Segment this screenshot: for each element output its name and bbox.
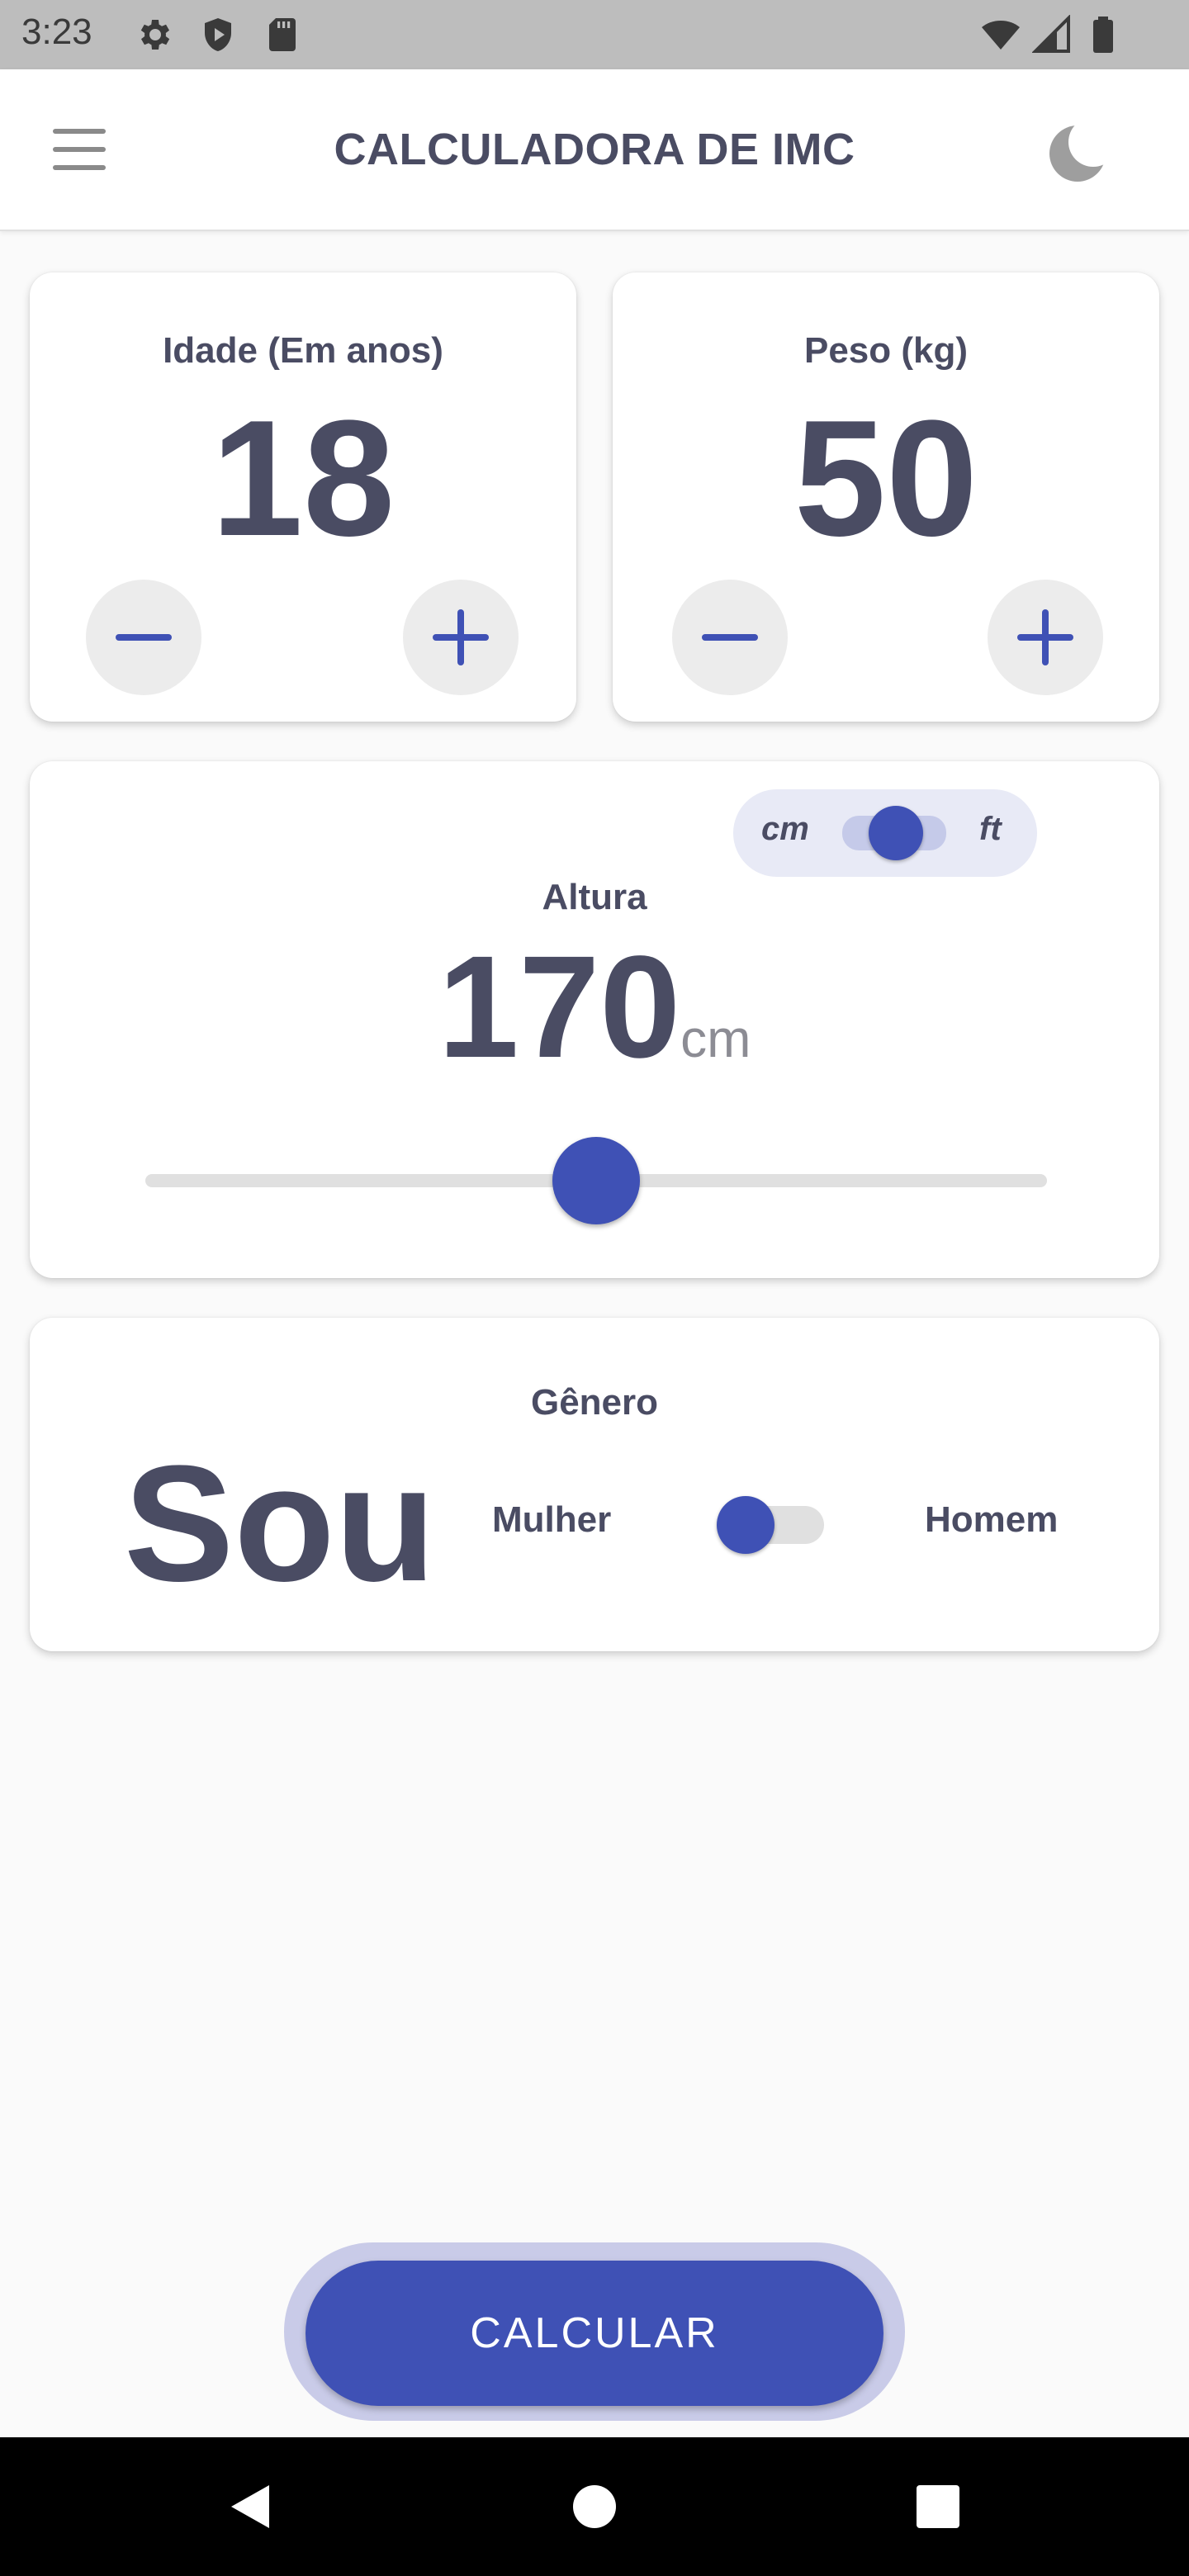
signal-icon — [1032, 15, 1070, 53]
calculate-button[interactable]: CALCULAR — [306, 2261, 883, 2406]
unit-switch-thumb — [869, 806, 923, 860]
age-decrement-button[interactable] — [86, 580, 201, 695]
navigation-bar — [0, 2437, 1189, 2576]
height-display: 170cm — [30, 935, 1159, 1080]
age-label: Idade (Em anos) — [163, 330, 443, 371]
weight-value: 50 — [793, 386, 978, 571]
height-slider-thumb[interactable] — [552, 1137, 640, 1224]
status-bar: 3:23 — [0, 0, 1189, 69]
gender-label: Gênero — [530, 1382, 659, 1423]
app-bar: CALCULADORA DE IMC — [0, 69, 1189, 231]
height-unit: cm — [680, 1009, 751, 1068]
weight-card: Peso (kg) 50 — [613, 272, 1159, 722]
shield-icon — [205, 18, 231, 51]
page-title: CALCULADORA DE IMC — [334, 125, 855, 174]
moon-icon — [1049, 125, 1106, 182]
gear-icon — [140, 20, 170, 50]
gender-big-text: Sou — [124, 1432, 436, 1616]
gender-card: Gênero Sou Mulher Homem — [30, 1318, 1159, 1651]
age-card: Idade (Em anos) 18 — [30, 272, 576, 722]
weight-label: Peso (kg) — [803, 330, 969, 371]
unit-cm-label: cm — [761, 811, 809, 847]
weight-decrement-button[interactable] — [672, 580, 788, 695]
height-label: Altura — [542, 877, 647, 917]
sd-card-icon — [269, 18, 296, 51]
gender-switch-thumb — [717, 1496, 775, 1554]
male-label: Homem — [925, 1499, 1059, 1540]
weight-increment-button[interactable] — [988, 580, 1103, 695]
status-time: 3:23 — [21, 12, 92, 52]
female-label: Mulher — [492, 1499, 612, 1540]
unit-ft-label: ft — [979, 811, 1002, 847]
age-value: 18 — [211, 386, 396, 571]
battery-icon — [1093, 17, 1113, 53]
unit-toggle[interactable]: cm ft — [733, 789, 1037, 877]
wifi-icon — [982, 21, 1020, 50]
home-icon[interactable] — [571, 2484, 618, 2530]
theme-toggle-button[interactable] — [1040, 116, 1115, 190]
back-icon[interactable] — [225, 2482, 274, 2531]
recents-icon[interactable] — [915, 2484, 961, 2530]
height-value: 170 — [438, 926, 681, 1088]
height-card: cm ft Altura 170cm — [30, 761, 1159, 1278]
age-increment-button[interactable] — [403, 580, 519, 695]
